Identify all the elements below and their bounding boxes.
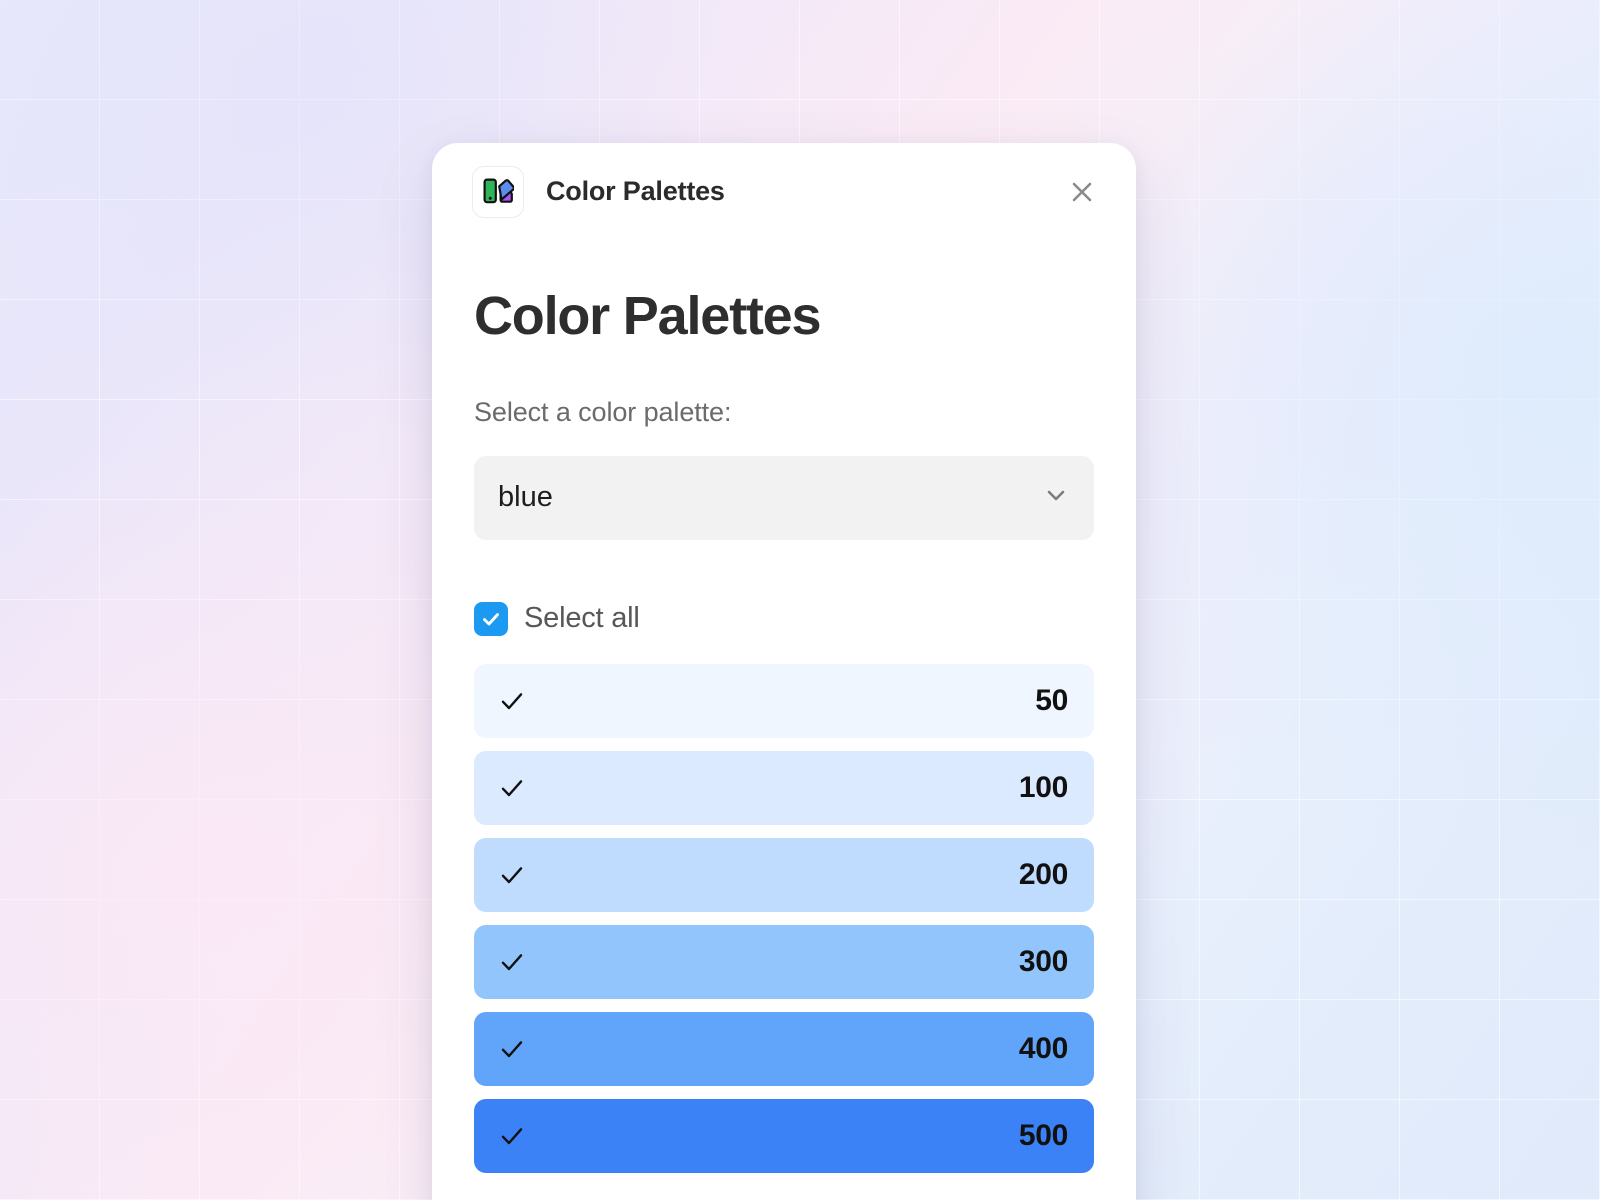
- check-icon: [498, 687, 532, 715]
- swatch-list: 50 100 200 300 400 500: [474, 663, 1094, 1173]
- swatch-row[interactable]: 50: [474, 663, 1094, 738]
- palette-select[interactable]: blue: [474, 455, 1094, 540]
- palette-select-value: blue: [498, 481, 553, 514]
- swatch-label: 400: [1018, 1031, 1068, 1065]
- color-palettes-dialog: Color Palettes Color Palettes Select a c…: [432, 143, 1136, 1200]
- swatch-row[interactable]: 100: [474, 750, 1094, 825]
- swatch-label: 100: [1018, 770, 1068, 804]
- swatch-label: 200: [1018, 857, 1068, 891]
- check-icon: [498, 1035, 532, 1063]
- titlebar-title: Color Palettes: [546, 176, 725, 206]
- dialog-titlebar: Color Palettes: [432, 143, 1136, 240]
- swatch-row[interactable]: 400: [474, 1011, 1094, 1086]
- swatch-label: 300: [1018, 944, 1068, 978]
- page-title: Color Palettes: [474, 286, 822, 346]
- check-icon: [498, 948, 532, 976]
- select-all-row[interactable]: Select all: [474, 601, 1094, 636]
- select-all-label: Select all: [524, 602, 640, 635]
- check-icon: [498, 861, 532, 889]
- swatch-label: 500: [1018, 1118, 1068, 1152]
- swatch-row[interactable]: 200: [474, 837, 1094, 912]
- close-icon[interactable]: [1060, 170, 1104, 214]
- dialog-content: Color Palettes Select a color palette: b…: [432, 288, 1136, 1173]
- select-all-checkbox[interactable]: [474, 601, 508, 636]
- check-icon: [498, 774, 532, 802]
- swatch-row[interactable]: 500: [474, 1098, 1094, 1173]
- chevron-down-icon: [1044, 483, 1068, 512]
- palette-select-label: Select a color palette:: [474, 396, 732, 427]
- color-palette-icon: [472, 165, 524, 218]
- check-icon: [498, 1122, 532, 1150]
- swatch-row[interactable]: 300: [474, 924, 1094, 999]
- swatch-label: 50: [1035, 683, 1068, 717]
